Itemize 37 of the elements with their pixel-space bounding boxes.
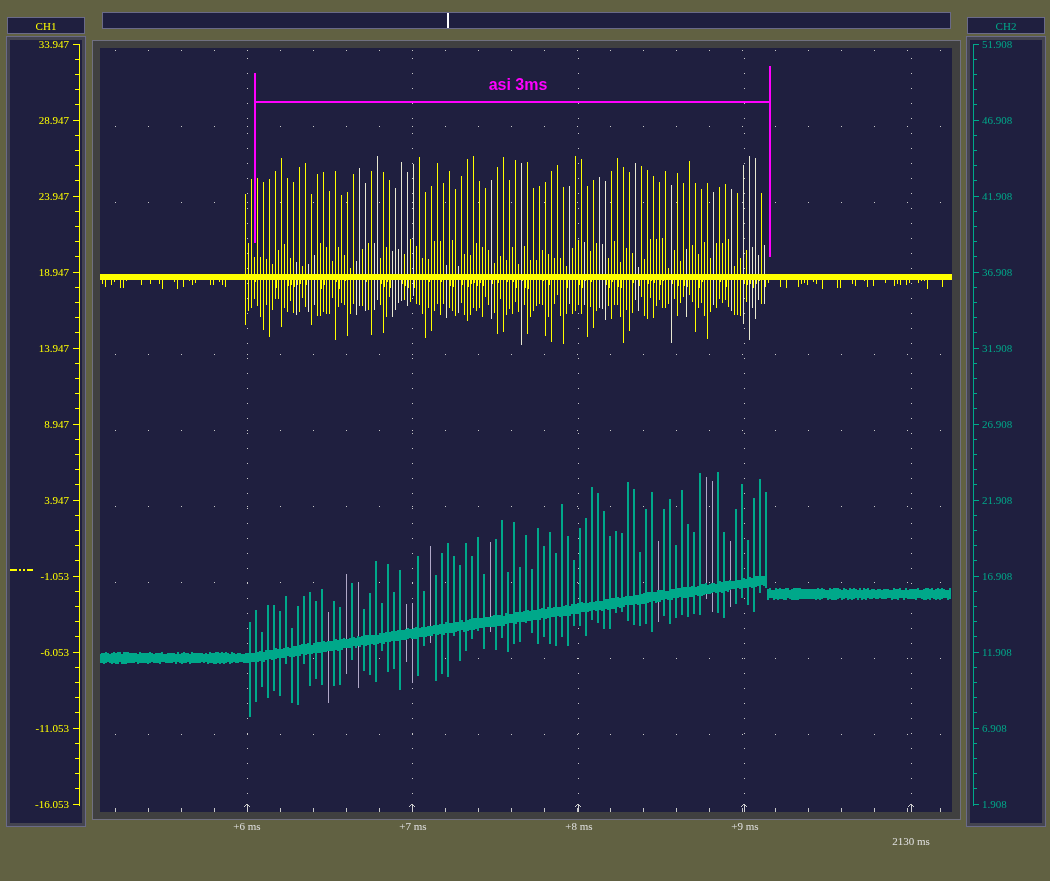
axis-label: 26.908: [982, 418, 1013, 430]
axis-label: 11.908: [982, 646, 1012, 658]
axis-label: 21.908: [982, 494, 1013, 506]
axis-label: 8.947: [44, 418, 69, 430]
level-marker-icon: [9, 569, 34, 571]
axis-label: -16.053: [35, 798, 69, 810]
axis-label: 3.947: [44, 494, 69, 506]
time-marker-icon: [574, 803, 582, 812]
scroll-track[interactable]: [102, 12, 951, 29]
axis-label: 13.947: [38, 342, 69, 354]
axis-label: 1.908: [982, 798, 1007, 810]
time-tick-label: +6 ms: [233, 820, 261, 832]
axis-label: 51.908: [982, 38, 1013, 50]
axis-label: -1.053: [40, 570, 69, 582]
measurement-label: asi 3ms: [488, 76, 548, 93]
scroll-thumb[interactable]: [447, 13, 449, 28]
time-marker-icon: [408, 803, 416, 812]
axis-label: 46.908: [982, 114, 1013, 126]
time-tick-label: +8 ms: [565, 820, 593, 832]
channel-header: CH2: [967, 17, 1045, 34]
axis-label: 36.908: [982, 266, 1013, 278]
time-tick-label: +9 ms: [731, 820, 759, 832]
axis-label: 28.947: [38, 114, 69, 126]
cursor-time-label: 2130 ms: [892, 835, 930, 847]
axis-label: 23.947: [38, 190, 69, 202]
axis-label: 33.947: [38, 38, 69, 50]
axis-label: -11.053: [35, 722, 69, 734]
time-marker-icon: [907, 803, 915, 812]
time-tick-label: +7 ms: [399, 820, 427, 832]
axis-label: 6.908: [982, 722, 1007, 734]
axis-label: -6.053: [40, 646, 69, 658]
channel-header: CH1: [7, 17, 85, 34]
axis-label: 16.908: [982, 570, 1013, 582]
axis-label: 18.947: [38, 266, 69, 278]
axis-label: 31.908: [982, 342, 1013, 354]
time-marker-icon: [243, 803, 251, 812]
axis-label: 41.908: [982, 190, 1013, 202]
